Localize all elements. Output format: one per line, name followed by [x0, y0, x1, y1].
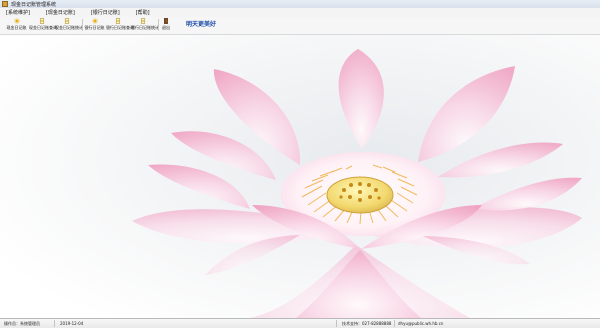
bank-journal-query-button[interactable]: 银行日记账查询 — [106, 18, 134, 32]
window-title: 现金日记账管理系统 — [11, 1, 57, 8]
menu-system[interactable]: [系统维护] — [6, 9, 30, 16]
motto-text: 明天更美好 — [186, 21, 217, 28]
sparkle-icon — [13, 18, 20, 24]
bank-journal-stats-label: 银行日记账统计 — [131, 25, 159, 30]
document-icon — [64, 18, 70, 24]
status-date: 2019-12-04 — [60, 321, 84, 326]
bank-journal-query-label: 银行日记账查询 — [106, 25, 134, 30]
lotus-background-image — [0, 35, 600, 318]
status-email: dhyu@public.wh.hb.cn — [398, 321, 444, 326]
cash-journal-button[interactable]: 现金日记账 — [5, 18, 28, 32]
cash-journal-query-button[interactable]: 现金日记账查询 — [29, 18, 57, 32]
status-divider — [394, 320, 395, 327]
document-icon — [39, 18, 44, 24]
cash-journal-label: 现金日记账 — [6, 25, 27, 30]
status-operator: 操作员：系统管理员 — [4, 321, 40, 326]
menu-cash-journal[interactable]: [现金日记账] — [46, 9, 75, 16]
cash-journal-query-label: 现金日记账查询 — [29, 25, 57, 30]
exit-icon — [164, 18, 168, 24]
status-divider — [54, 320, 55, 327]
status-divider — [336, 320, 337, 327]
bank-journal-label: 银行日记账 — [84, 25, 105, 30]
toolbar: 现金日记账 现金日记账查询 现金日记账统计 银行日记账 银行日记账查询 银行日记… — [0, 17, 600, 35]
document-icon — [140, 18, 146, 24]
app-icon — [2, 1, 8, 7]
main-canvas — [0, 35, 600, 318]
bank-journal-stats-button[interactable]: 银行日记账统计 — [131, 18, 159, 32]
document-icon — [115, 18, 121, 24]
menu-help[interactable]: [帮助] — [136, 9, 150, 16]
bank-journal-button[interactable]: 银行日记账 — [84, 18, 105, 32]
cash-journal-stats-label: 现金日记账统计 — [55, 25, 83, 30]
exit-label: 退出 — [162, 25, 170, 30]
menu-bank-journal[interactable]: [银行日记账] — [91, 9, 120, 16]
status-phone: 技术支持：027-82888888 — [342, 321, 392, 326]
sparkle-icon — [91, 18, 98, 24]
toolbar-separator — [158, 19, 159, 31]
cash-journal-stats-button[interactable]: 现金日记账统计 — [55, 18, 83, 32]
toolbar-separator — [82, 19, 83, 31]
exit-button[interactable]: 退出 — [160, 18, 172, 32]
